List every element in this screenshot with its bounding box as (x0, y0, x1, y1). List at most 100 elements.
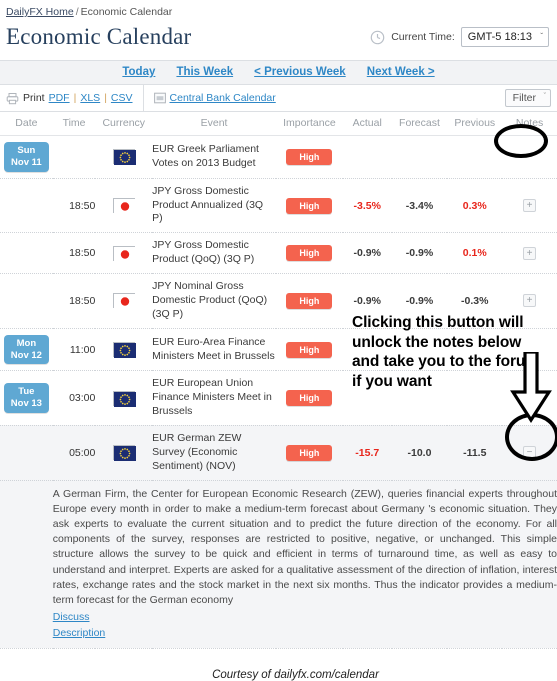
export-csv-link[interactable]: CSV (111, 92, 133, 104)
eu-flag (112, 445, 136, 462)
column-header-forecast[interactable]: Forecast (391, 112, 448, 136)
column-header-event[interactable]: Event (152, 112, 276, 136)
cell-actual (342, 135, 392, 179)
cell-previous (447, 328, 503, 372)
nav-previous-week[interactable]: < Previous Week (254, 66, 346, 78)
cell-previous (447, 135, 503, 179)
page-title: Economic Calendar (6, 24, 192, 49)
table-header-row: Date Time Currency Event Importance Actu… (0, 112, 557, 136)
cell-importance: High (275, 135, 343, 179)
cell-actual: -15.7 (342, 425, 392, 481)
cell-time: 18:50 (52, 232, 96, 275)
note-toggle-button[interactable]: − (523, 446, 537, 460)
cell-event[interactable]: EUR European Union Finance Ministers Mee… (152, 370, 276, 426)
description-text: A German Firm, the Center for European E… (52, 487, 557, 607)
table-body: Sun Nov 11 EUR Greek Parliament Votes on 2… (0, 135, 557, 649)
nav-next-week[interactable]: Next Week > (367, 66, 435, 78)
note-toggle-button[interactable]: + (523, 294, 537, 308)
breadcrumb-separator: / (75, 6, 79, 18)
column-header-notes[interactable]: Notes (502, 112, 557, 136)
breadcrumb-current: Economic Calendar (80, 6, 173, 18)
nav-this-week[interactable]: This Week (176, 66, 233, 78)
jp-flag (112, 293, 136, 310)
cell-previous: 0.3% (447, 178, 503, 234)
export-pdf-link[interactable]: PDF (49, 92, 70, 104)
page-header: Economic Calendar Current Time: GMT-5 18… (0, 18, 557, 60)
importance-badge: High (286, 148, 333, 165)
column-header-previous[interactable]: Previous (447, 112, 503, 136)
importance-badge: High (286, 444, 333, 461)
cell-notes (502, 328, 557, 372)
cell-date (0, 232, 53, 275)
description-cell: A German Firm, the Center for European E… (52, 480, 557, 649)
cell-actual (342, 328, 392, 372)
cell-currency (95, 425, 153, 481)
column-header-importance[interactable]: Importance (275, 112, 343, 136)
filter-label: Filter (512, 92, 536, 104)
cell-forecast (391, 328, 448, 372)
table-row[interactable]: 18:50 JPY Nominal Gross Domestic Product … (0, 273, 557, 329)
table-row[interactable]: 18:50 JPY Gross Domestic Product (QoQ) (3… (0, 232, 557, 275)
cell-notes: + (502, 232, 557, 275)
economic-calendar-table: Date Time Currency Event Importance Actu… (0, 112, 557, 649)
cell-event[interactable]: EUR Euro-Area Finance Ministers Meet in … (152, 328, 276, 372)
cell-event[interactable]: EUR Greek Parliament Votes on 2013 Budge… (152, 135, 276, 179)
cell-notes: − (502, 425, 557, 481)
cell-currency (95, 328, 153, 372)
cell-time: 18:50 (52, 273, 96, 329)
column-header-currency[interactable]: Currency (95, 112, 153, 136)
description-spacer (0, 480, 53, 649)
cell-event[interactable]: EUR German ZEW Survey (Economic Sentimen… (152, 425, 276, 481)
cell-currency (95, 178, 153, 234)
cell-importance: High (275, 425, 343, 481)
cell-forecast: -0.9% (391, 232, 448, 275)
central-bank-calendar-link[interactable]: Central Bank Calendar (170, 92, 276, 104)
printer-icon[interactable] (6, 92, 19, 105)
print-group: Print PDF | XLS | CSV (6, 85, 133, 111)
date-badge[interactable]: Tue Nov 13 (3, 383, 49, 414)
column-header-actual[interactable]: Actual (342, 112, 392, 136)
current-time-group: Current Time: GMT-5 18:13 ˇ (370, 27, 549, 47)
table-row[interactable]: 18:50 JPY Gross Domestic Product Annualiz… (0, 178, 557, 234)
column-header-date[interactable]: Date (0, 112, 53, 136)
cell-time: 03:00 (52, 370, 96, 426)
cell-importance: High (275, 273, 343, 329)
cell-notes: + (502, 273, 557, 329)
column-header-time[interactable]: Time (52, 112, 96, 136)
print-label: Print (23, 92, 45, 104)
note-toggle-button[interactable]: + (523, 199, 537, 213)
description-row: A German Firm, the Center for European E… (0, 480, 557, 649)
filter-button[interactable]: Filter ˇ (504, 89, 551, 107)
eu-flag (112, 149, 136, 166)
note-toggle-button[interactable]: + (523, 246, 537, 260)
cell-date: Tue Nov 13 (0, 370, 53, 426)
table-row[interactable]: Tue Nov 13 03:00 EUR European Union Finance… (0, 370, 557, 426)
cell-forecast: -10.0 (391, 425, 448, 481)
cell-event[interactable]: JPY Nominal Gross Domestic Product (QoQ)… (152, 273, 276, 329)
table-row[interactable]: Mon Nov 12 11:00 EUR Euro-Area Finance Mini… (0, 328, 557, 372)
discuss-link[interactable]: Discuss (53, 610, 557, 626)
cell-importance: High (275, 232, 343, 275)
export-xls-link[interactable]: XLS (80, 92, 100, 104)
clock-icon (370, 30, 385, 45)
timezone-select[interactable]: GMT-5 18:13 ˇ (460, 27, 549, 47)
importance-badge: High (286, 197, 333, 214)
central-bank-group: Central Bank Calendar (153, 85, 276, 111)
toolbar-divider (142, 85, 144, 111)
table-row[interactable]: 05:00 EUR German ZEW Survey (Economic Sen… (0, 425, 557, 481)
breadcrumb-home-link[interactable]: DailyFX Home (6, 6, 74, 18)
cell-date (0, 425, 53, 481)
cell-notes (502, 370, 557, 426)
cell-event[interactable]: JPY Gross Domestic Product (QoQ) (3Q P) (152, 232, 276, 275)
footer-caption: Courtesy of dailyfx.com/calendar (212, 668, 379, 681)
date-badge[interactable]: Mon Nov 12 (3, 334, 49, 365)
cell-time (52, 135, 96, 179)
description-link[interactable]: Description (53, 626, 557, 642)
nav-today[interactable]: Today (122, 66, 155, 78)
eu-flag (112, 390, 136, 407)
date-badge[interactable]: Sun Nov 11 (4, 142, 49, 172)
table-row[interactable]: Sun Nov 11 EUR Greek Parliament Votes on 2… (0, 135, 557, 179)
importance-badge: High (286, 245, 333, 262)
calendar-icon[interactable] (153, 92, 166, 104)
cell-event[interactable]: JPY Gross Domestic Product Annualized (3… (152, 178, 276, 234)
